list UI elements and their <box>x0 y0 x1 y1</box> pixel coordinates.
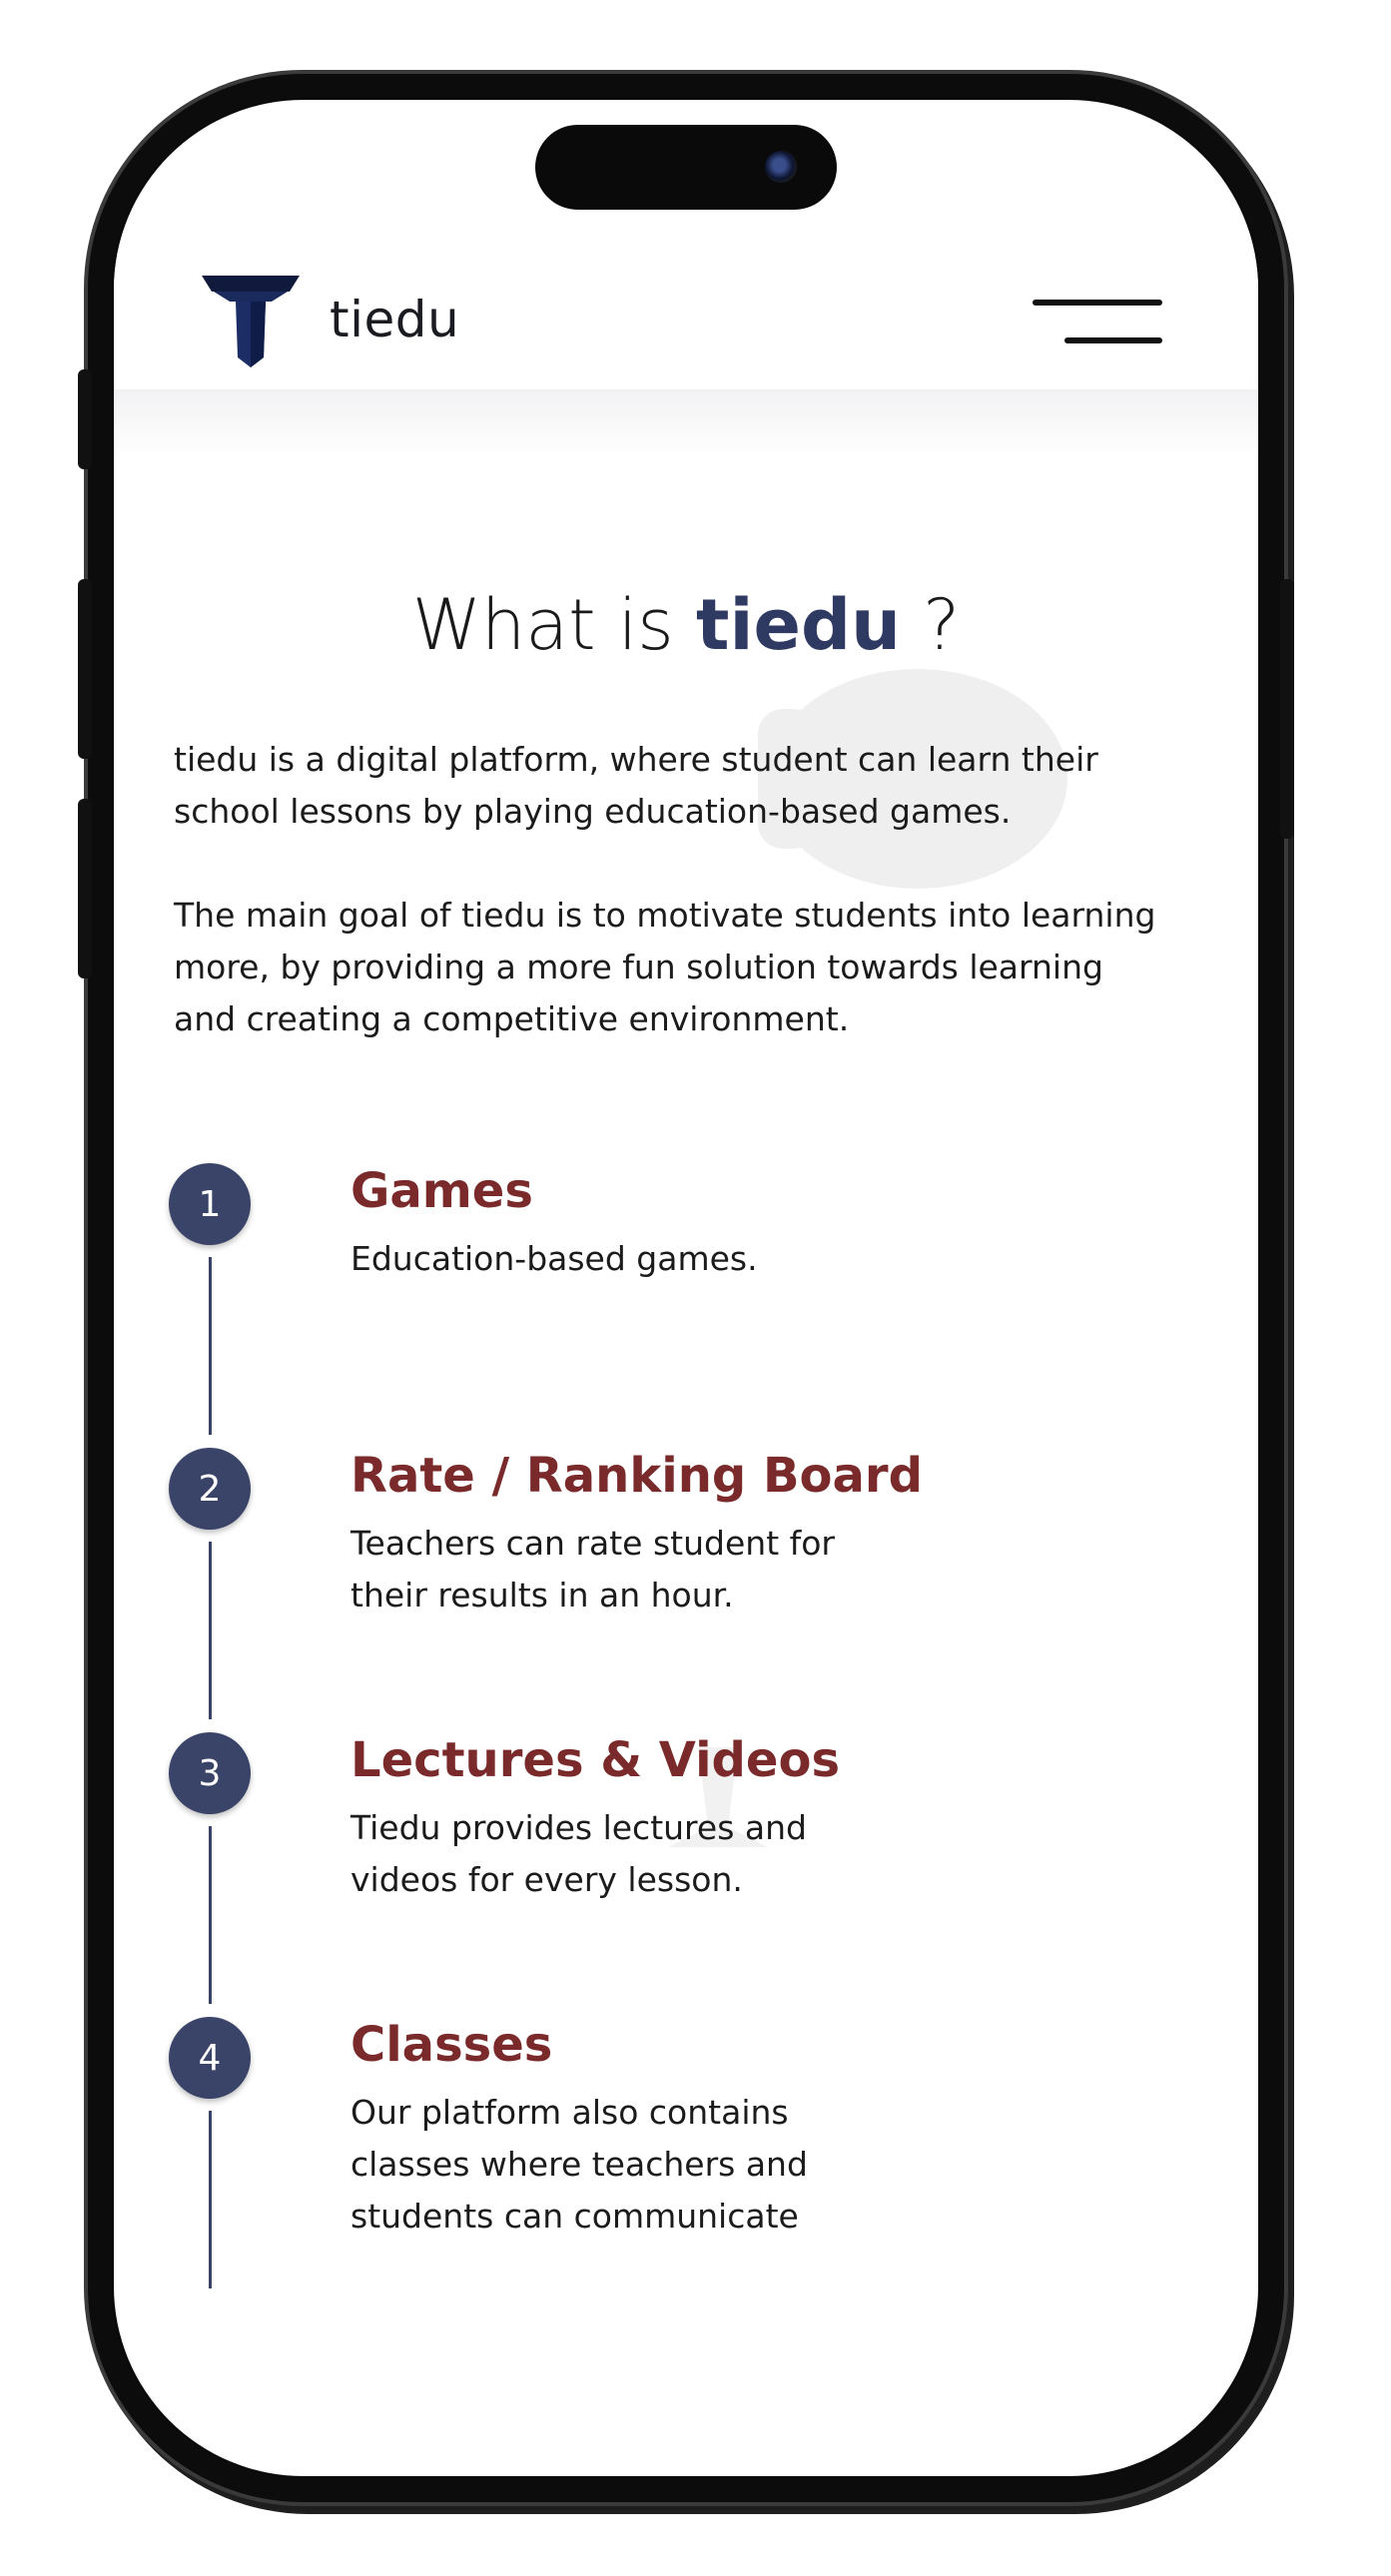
feature-description: Education-based games. <box>350 1239 758 1278</box>
title-brand: tiedu <box>696 584 901 666</box>
volume-up-button <box>78 579 92 759</box>
title-prefix: What is <box>411 584 697 666</box>
feature-description: Teachers can rate student for their resu… <box>350 1524 835 1614</box>
logo[interactable]: tiedu <box>202 268 459 371</box>
camera-icon <box>765 151 797 183</box>
hamburger-menu-icon[interactable] <box>1033 300 1172 351</box>
action-button <box>78 369 92 469</box>
timeline-item-ranking: 2 Rate / Ranking Board Teachers can rate… <box>169 1448 1167 1732</box>
feature-description: Tiedu provides lectures and videos for e… <box>350 1808 807 1899</box>
timeline-connector <box>209 1542 212 1719</box>
intro-paragraph-2: The main goal of tiedu is to motivate st… <box>174 896 1156 1038</box>
top-navbar: tiedu <box>114 230 1258 389</box>
power-button <box>1280 579 1294 839</box>
timeline-item-games: 1 Games Education-based games. <box>169 1163 1167 1448</box>
section-title: What is tiedu ? <box>114 584 1258 666</box>
navbar-shadow <box>114 389 1258 459</box>
feature-title: Classes <box>350 2017 553 2073</box>
intro-text: tiedu is a digital platform, where stude… <box>174 734 1172 1097</box>
timeline-connector <box>209 1826 212 2004</box>
feature-title: Games <box>350 1163 533 1219</box>
volume-down-button <box>78 799 92 978</box>
timeline-connector <box>209 2111 212 2288</box>
timeline-connector <box>209 1257 212 1435</box>
phone-screen: tiedu What is tiedu ? tiedu is a digital… <box>114 100 1258 2476</box>
timeline-number: 2 <box>169 1448 251 1530</box>
timeline-number: 3 <box>169 1732 251 1814</box>
logo-text: tiedu <box>330 291 460 348</box>
dynamic-island <box>535 125 837 210</box>
feature-title: Rate / Ranking Board <box>350 1448 923 1504</box>
timeline-item-lectures: 3 Lectures & Videos Tiedu provides lectu… <box>169 1732 1167 2017</box>
title-suffix: ? <box>900 584 961 666</box>
timeline-item-classes: 4 Classes Our platform also contains cla… <box>169 2017 1167 2301</box>
feature-description: Our platform also contains classes where… <box>350 2093 808 2236</box>
timeline-number: 4 <box>169 2017 251 2099</box>
intro-paragraph-1: tiedu is a digital platform, where stude… <box>174 740 1098 831</box>
graduation-cap-icon <box>202 276 300 367</box>
feature-title: Lectures & Videos <box>350 1732 841 1788</box>
menu-bar-top <box>1033 300 1162 306</box>
timeline-number: 1 <box>169 1163 251 1245</box>
menu-bar-bottom <box>1064 337 1162 343</box>
